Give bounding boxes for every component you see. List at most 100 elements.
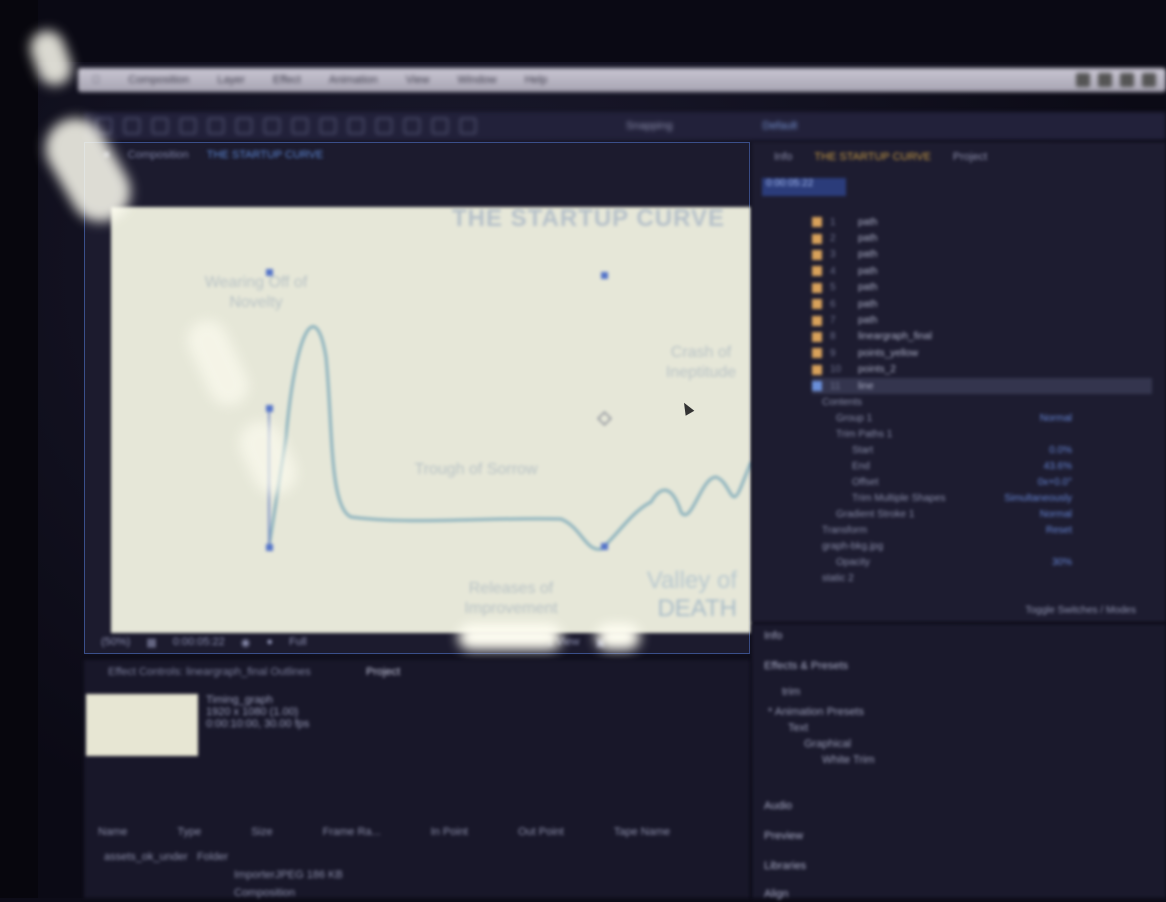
vertex-handle[interactable] (266, 405, 273, 412)
layer-row[interactable]: 3 path (812, 247, 1152, 263)
label-color-swatch[interactable] (812, 348, 822, 359)
zoom-tool-icon[interactable] (180, 118, 196, 134)
property-row[interactable]: Trim Paths 1 (822, 426, 1152, 442)
info-section[interactable]: Info (764, 630, 782, 642)
tab-startup-curve-timeline[interactable]: THE STARTUP CURVE (814, 151, 931, 163)
camera-tool-icon[interactable] (236, 118, 252, 134)
tree-graphical[interactable]: Graphical (804, 738, 851, 750)
tree-text[interactable]: Text (788, 722, 808, 734)
tree-white-trim[interactable]: White Trim (822, 754, 875, 766)
label-color-swatch[interactable] (812, 249, 822, 260)
tab-startup-curve[interactable]: THE STARTUP CURVE (207, 149, 324, 161)
tree-animation-presets[interactable]: * Animation Presets (768, 706, 864, 718)
tray-icon[interactable] (1098, 73, 1112, 87)
label-color-swatch[interactable] (812, 299, 822, 310)
effect-controls-tab[interactable]: Effect Controls: lineargraph_final Outli… (108, 666, 311, 678)
layer-row[interactable]: 10 points_2 (812, 362, 1152, 378)
layer-row[interactable]: 1 path (812, 214, 1152, 230)
project-columns: Name Type Size Frame Ra... In Point Out … (98, 826, 671, 838)
zoom-dropdown[interactable]: (50%) (101, 636, 130, 648)
effects-search[interactable]: trim (782, 686, 800, 698)
property-row[interactable]: static 2 (822, 570, 1152, 586)
property-row[interactable]: Opacity 30% (822, 554, 1152, 570)
property-row[interactable]: graph-bkg.jpg (822, 538, 1152, 554)
layer-row[interactable]: 5 path (812, 280, 1152, 296)
brush-tool-icon[interactable] (376, 118, 392, 134)
menu-item-help[interactable]: Help (525, 74, 548, 86)
snapping-toggle[interactable]: Snapping (626, 120, 673, 132)
tab-project-right[interactable]: Project (953, 151, 987, 163)
tab-info[interactable]: Info (774, 151, 792, 163)
layer-row[interactable]: 4 path (812, 263, 1152, 279)
layer-row[interactable]: 2 path (812, 230, 1152, 246)
layer-row[interactable]: 6 path (812, 296, 1152, 312)
project-row[interactable]: assets_ok_under Folder (104, 848, 343, 866)
effects-presets-header[interactable]: Effects & Presets (764, 660, 848, 672)
property-row[interactable]: Start 0.0% (822, 442, 1152, 458)
color-channels-icon[interactable]: ● (266, 636, 273, 648)
monitor-top-frame (0, 0, 1166, 62)
label-color-swatch[interactable] (812, 217, 822, 228)
menu-item-apple[interactable]:  (92, 74, 100, 86)
property-row[interactable]: Transform Reset (822, 522, 1152, 538)
property-row[interactable]: Offset 0x+0.0° (822, 474, 1152, 490)
label-color-swatch[interactable] (812, 331, 822, 342)
anchor-point-icon[interactable] (597, 411, 612, 426)
label-color-swatch[interactable] (812, 381, 822, 392)
hand-tool-icon[interactable] (152, 118, 168, 134)
vertex-handle[interactable] (601, 543, 608, 550)
vertex-handle[interactable] (601, 272, 608, 279)
workspace-default[interactable]: Default (763, 120, 798, 132)
shape-tool-icon[interactable] (292, 118, 308, 134)
label-color-swatch[interactable] (812, 315, 822, 326)
tray-icon[interactable] (1120, 73, 1134, 87)
property-row[interactable]: Trim Multiple Shapes Simultaneously (822, 490, 1152, 506)
text-tool-icon[interactable] (348, 118, 364, 134)
stamp-tool-icon[interactable] (404, 118, 420, 134)
audio-section[interactable]: Audio (764, 800, 792, 812)
tab-project[interactable]: Project (366, 666, 400, 678)
tab-composition[interactable]: Composition (128, 149, 189, 161)
menu-item-layer[interactable]: Layer (217, 74, 245, 86)
effects-presets-panel: Info Effects & Presets trim * Animation … (752, 624, 1166, 900)
composition-canvas[interactable]: THE STARTUP CURVE Wearing Off of Novelty… (111, 207, 751, 633)
snapshot-camera-icon[interactable]: ◉ (241, 636, 251, 649)
property-row[interactable]: Gradient Stroke 1 Normal (822, 506, 1152, 522)
property-row[interactable]: Contents (822, 394, 1152, 410)
layer-row[interactable]: 7 path (812, 312, 1152, 328)
timeline-timecode[interactable]: 0:00:05:22 (762, 178, 846, 196)
selection-tool-icon[interactable] (124, 118, 140, 134)
libraries-section[interactable]: Libraries (764, 860, 806, 872)
label-color-swatch[interactable] (812, 233, 822, 244)
menu-item-effect[interactable]: Effect (273, 74, 301, 86)
current-time-display[interactable]: 0:00:05:22 (173, 636, 225, 648)
project-row[interactable]: Composition (104, 884, 343, 902)
menu-item-view[interactable]: View (406, 74, 430, 86)
layer-row[interactable]: 9 points_yellow (812, 345, 1152, 361)
label-color-swatch[interactable] (812, 266, 822, 277)
eraser-tool-icon[interactable] (432, 118, 448, 134)
vertex-handle[interactable] (266, 544, 273, 551)
project-row[interactable]: ImporterJPEG 186 KB (104, 866, 343, 884)
layer-row-selected[interactable]: 11 line (812, 377, 1152, 395)
menu-item-window[interactable]: Window (457, 74, 496, 86)
menu-item-composition[interactable]: Composition (128, 74, 189, 86)
tray-icon[interactable] (1076, 73, 1090, 87)
property-row[interactable]: Group 1 Normal (822, 410, 1152, 426)
layer-row[interactable]: 8 lineargraph_final (812, 329, 1152, 345)
resolution-dropdown[interactable]: Full (289, 636, 307, 648)
property-row[interactable]: End 43.6% (822, 458, 1152, 474)
rotate-tool-icon[interactable] (208, 118, 224, 134)
tray-icon[interactable] (1142, 73, 1156, 87)
pan-behind-tool-icon[interactable] (264, 118, 280, 134)
toggle-switches-modes[interactable]: Toggle Switches / Modes (1025, 605, 1136, 616)
preview-section[interactable]: Preview (764, 830, 803, 842)
align-section[interactable]: Align (764, 888, 788, 900)
puppet-tool-icon[interactable] (460, 118, 476, 134)
grid-icon[interactable]: ▦ (146, 636, 156, 649)
timeline-panel: Info THE STARTUP CURVE Project 0:00:05:2… (752, 142, 1166, 622)
menu-item-animation[interactable]: Animation (329, 74, 378, 86)
label-color-swatch[interactable] (812, 282, 822, 293)
label-color-swatch[interactable] (812, 364, 822, 375)
pen-tool-icon[interactable] (320, 118, 336, 134)
